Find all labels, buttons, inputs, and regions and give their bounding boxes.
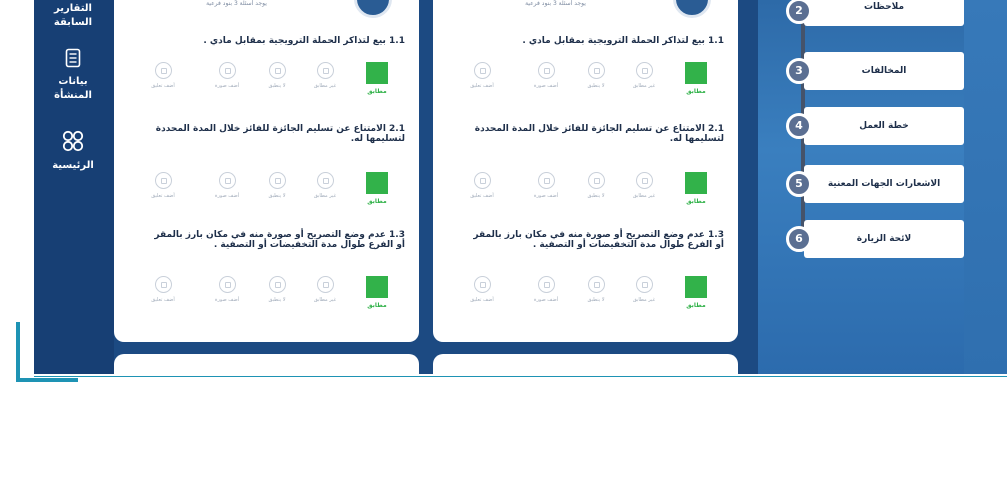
steps-list: ملاحظات 2 المخالفات 3 خطة العمل 4 الاشعا… — [34, 0, 1007, 374]
step-number: 3 — [786, 58, 812, 84]
step-label: لائحة الزيارة — [856, 234, 912, 244]
step-authority-notices[interactable]: الاشعارات الجهات المعنية — [804, 165, 964, 203]
step-number: 5 — [786, 171, 812, 197]
step-number: 4 — [786, 113, 812, 139]
step-action-plan[interactable]: خطة العمل — [804, 107, 964, 145]
frame-bottom-line — [34, 376, 1007, 377]
step-label: ملاحظات — [863, 2, 905, 12]
step-visit-regulations[interactable]: لائحة الزيارة — [804, 220, 964, 258]
step-label: الاشعارات الجهات المعنية — [827, 179, 941, 189]
step-number: 6 — [786, 226, 812, 252]
step-label: خطة العمل — [859, 121, 909, 131]
step-label: المخالفات — [861, 66, 907, 76]
step-notes[interactable]: ملاحظات — [804, 0, 964, 26]
screenshot-frame: التقارير السابقة بيانات المنشأة الرئيسية… — [0, 0, 1007, 478]
step-violations[interactable]: المخالفات — [804, 52, 964, 90]
